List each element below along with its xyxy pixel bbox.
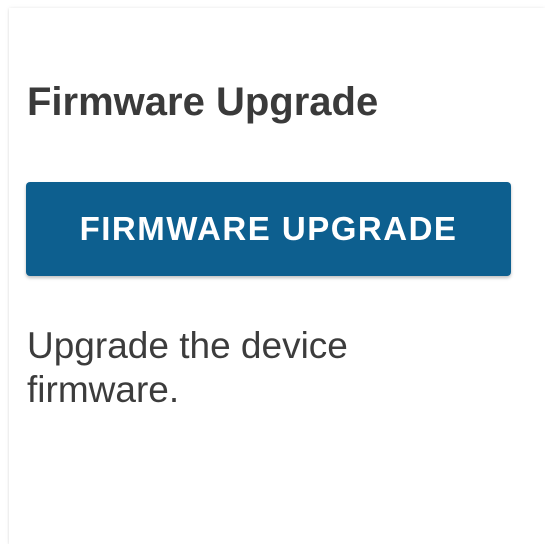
firmware-upgrade-card: Firmware Upgrade FIRMWARE UPGRADE Upgrad… xyxy=(9,8,545,544)
section-title: Firmware Upgrade xyxy=(27,80,379,124)
section-description: Upgrade the device firmware. xyxy=(27,325,348,410)
firmware-upgrade-button[interactable]: FIRMWARE UPGRADE xyxy=(26,182,511,276)
